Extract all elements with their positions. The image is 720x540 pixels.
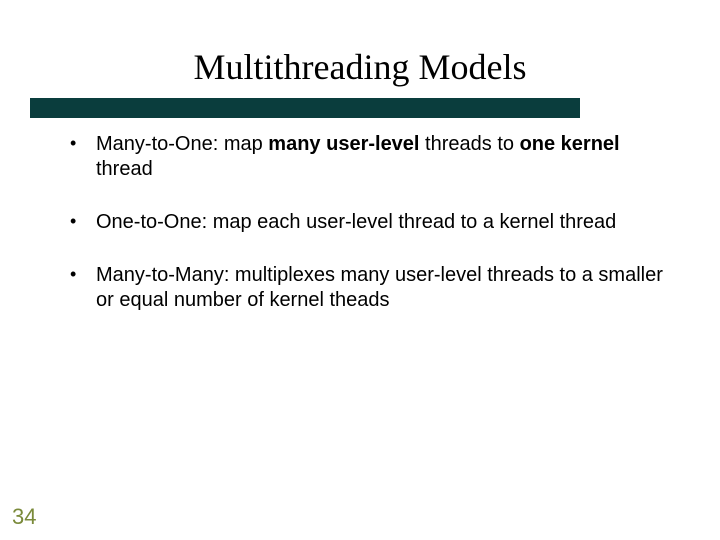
bullet-item: • Many-to-One: map many user-level threa…: [70, 132, 670, 182]
bullet-bold: one kernel: [520, 133, 620, 155]
bullet-marker: •: [70, 263, 96, 286]
title-underline: [30, 98, 580, 118]
page-number: 34: [12, 504, 36, 530]
bullet-item: • One-to-One: map each user-level thread…: [70, 210, 670, 235]
bullet-text: Many-to-Many: multiplexes many user-leve…: [96, 263, 670, 313]
slide-title: Multithreading Models: [0, 0, 720, 98]
content-area: • Many-to-One: map many user-level threa…: [70, 132, 670, 341]
bullet-suffix: thread: [96, 158, 153, 180]
bullet-bold: many user-level: [268, 133, 419, 155]
bullet-item: • Many-to-Many: multiplexes many user-le…: [70, 263, 670, 313]
slide: Multithreading Models • Many-to-One: map…: [0, 0, 720, 540]
bullet-prefix: Many-to-One: map: [96, 133, 268, 155]
bullet-text: Many-to-One: map many user-level threads…: [96, 132, 670, 182]
bullet-marker: •: [70, 132, 96, 155]
bullet-mid: threads to: [420, 133, 520, 155]
bullet-text: One-to-One: map each user-level thread t…: [96, 210, 670, 235]
bullet-marker: •: [70, 210, 96, 233]
